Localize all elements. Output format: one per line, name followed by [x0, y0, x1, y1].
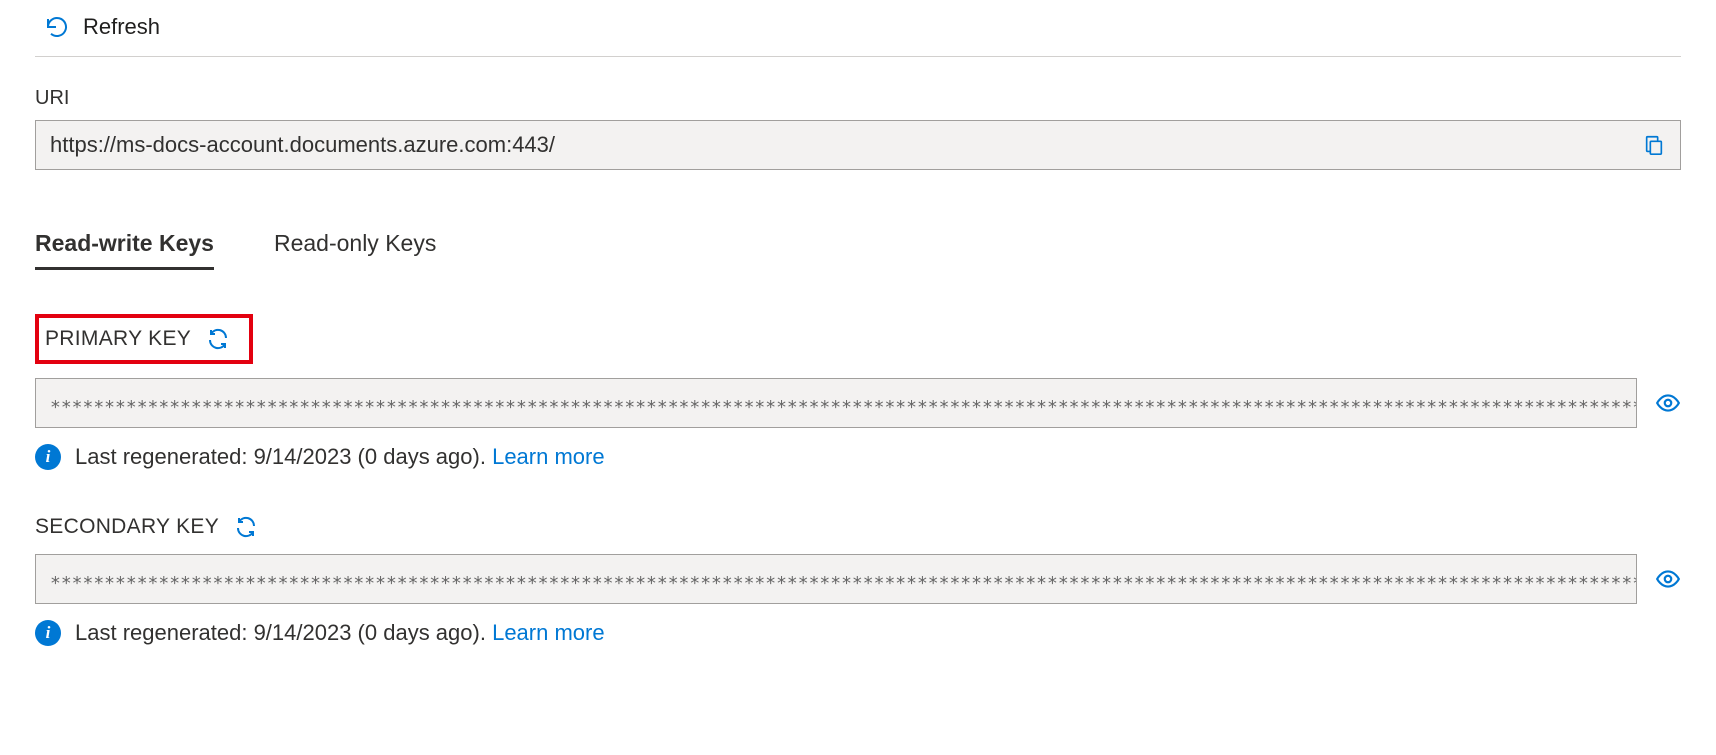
show-secondary-icon[interactable]	[1655, 566, 1681, 592]
secondary-key-value[interactable]: ****************************************…	[35, 554, 1637, 604]
uri-value[interactable]: https://ms-docs-account.documents.azure.…	[35, 120, 1681, 170]
info-icon: i	[35, 444, 61, 470]
primary-info-text: Last regenerated: 9/14/2023 (0 days ago)…	[75, 444, 492, 469]
toolbar: Refresh	[35, 0, 1681, 57]
tab-read-write[interactable]: Read-write Keys	[35, 230, 214, 270]
regenerate-primary-icon[interactable]	[205, 326, 231, 352]
show-primary-icon[interactable]	[1655, 390, 1681, 416]
primary-key-label: PRIMARY KEY	[45, 327, 191, 351]
copy-icon[interactable]	[1641, 132, 1667, 158]
primary-key-row: ****************************************…	[35, 378, 1681, 428]
refresh-label[interactable]: Refresh	[83, 14, 160, 40]
primary-learn-more-link[interactable]: Learn more	[492, 444, 605, 469]
tab-read-only[interactable]: Read-only Keys	[274, 230, 436, 270]
secondary-key-block: SECONDARY KEY **************************…	[35, 514, 1681, 646]
secondary-key-label: SECONDARY KEY	[35, 515, 219, 539]
uri-label: URI	[35, 87, 1681, 110]
primary-key-highlight: PRIMARY KEY	[35, 314, 253, 364]
primary-key-value[interactable]: ****************************************…	[35, 378, 1637, 428]
secondary-info-row: i Last regenerated: 9/14/2023 (0 days ag…	[35, 620, 1681, 646]
secondary-info-text: Last regenerated: 9/14/2023 (0 days ago)…	[75, 620, 492, 645]
info-icon: i	[35, 620, 61, 646]
uri-row: https://ms-docs-account.documents.azure.…	[35, 120, 1681, 170]
secondary-key-row: ****************************************…	[35, 554, 1681, 604]
primary-info-row: i Last regenerated: 9/14/2023 (0 days ag…	[35, 444, 1681, 470]
uri-field: URI https://ms-docs-account.documents.az…	[35, 87, 1681, 170]
keys-tabs: Read-write Keys Read-only Keys	[35, 230, 1681, 270]
regenerate-secondary-icon[interactable]	[233, 514, 259, 540]
secondary-learn-more-link[interactable]: Learn more	[492, 620, 605, 645]
refresh-icon[interactable]	[45, 15, 69, 39]
primary-key-block: PRIMARY KEY ****************************…	[35, 314, 1681, 470]
